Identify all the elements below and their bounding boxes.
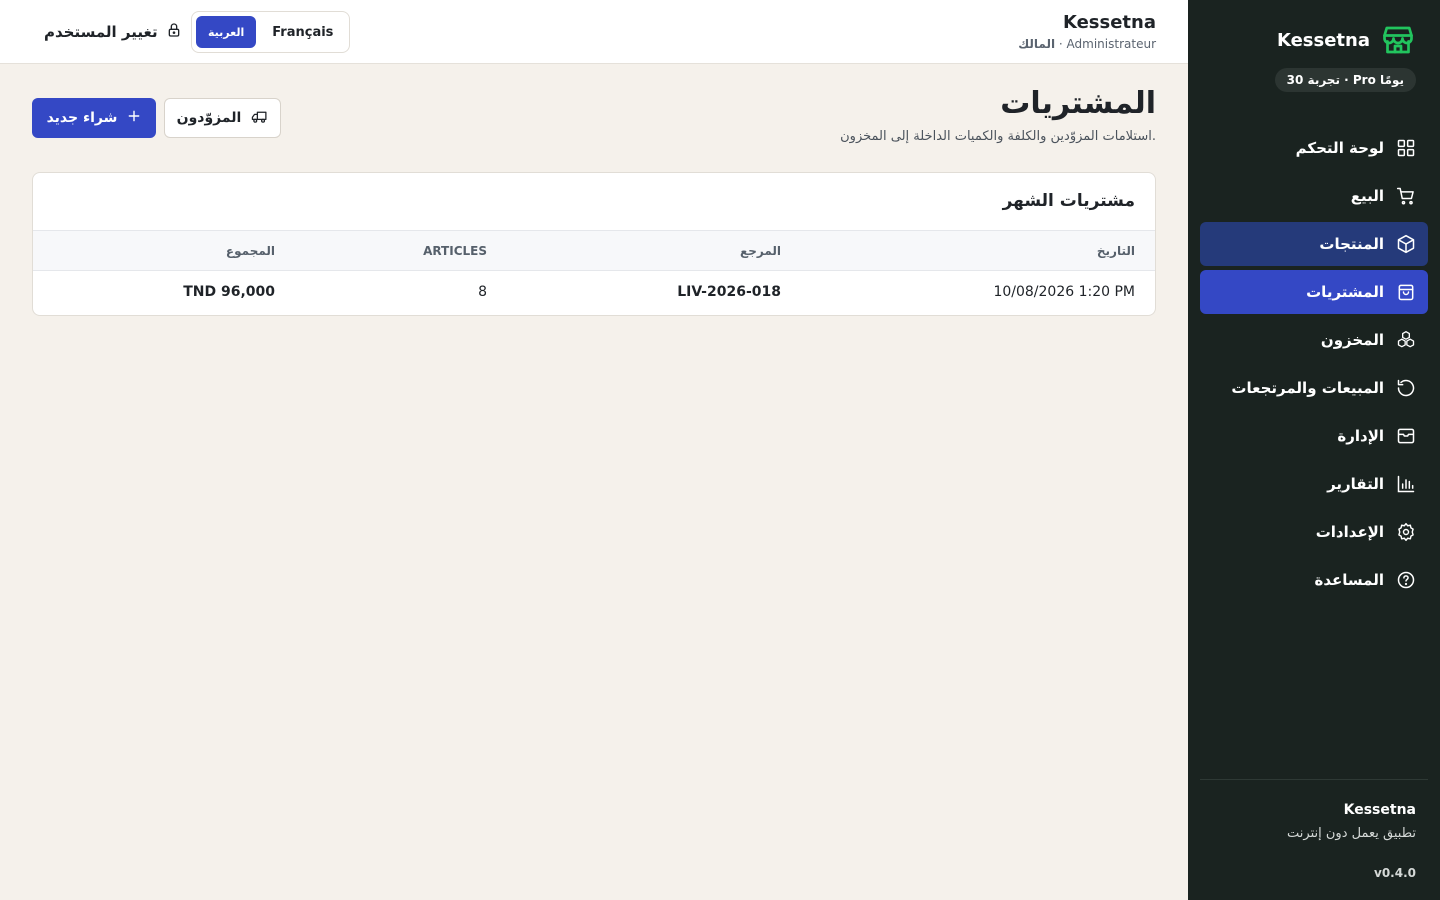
sidebar-item-label: لوحة التحكم <box>1295 139 1384 157</box>
card-title: مشتريات الشهر <box>1002 191 1135 211</box>
role-separator: · <box>1058 37 1067 51</box>
lang-arabic-button[interactable]: العربية <box>196 16 257 48</box>
sidebar-item-label: التقارير <box>1327 475 1384 493</box>
column-header-total[interactable]: المجموع <box>226 244 275 258</box>
truck-icon <box>251 108 268 129</box>
sidebar-item-dashboard[interactable]: لوحة التحكم <box>1200 126 1428 170</box>
store-logo-icon <box>1380 22 1416 58</box>
new-purchase-label: شراء جديد <box>46 110 118 126</box>
footer-app-name: Kessetna <box>1343 802 1416 818</box>
history-icon <box>1396 378 1416 398</box>
role-ar: المالك <box>1018 37 1056 51</box>
brand-name: Kessetna <box>1276 29 1370 51</box>
sidebar-item-label: البيع <box>1350 187 1384 205</box>
sidebar-nav: لوحة التحكم البيع المنتجات المشتريات الم… <box>1200 126 1428 606</box>
help-icon <box>1396 570 1416 590</box>
purchase-reference: LIV-2026-018 <box>677 284 781 300</box>
new-purchase-button[interactable]: شراء جديد <box>32 98 156 138</box>
switch-user-button[interactable]: تغيير المستخدم <box>44 20 182 44</box>
table-row[interactable]: 10/08/2026 1:20 PM LIV-2026-018 8 TND 96… <box>33 271 1155 315</box>
table-header: التاريخ المرجع ARTICLES المجموع <box>33 230 1155 271</box>
sidebar-item-label: المخزون <box>1320 331 1384 349</box>
archive-icon <box>1396 426 1416 446</box>
org-info: Kessetna المالك · Administrateur <box>1018 12 1156 51</box>
sidebar-item-reports[interactable]: التقارير <box>1200 462 1428 506</box>
lang-french-button[interactable]: Français <box>260 16 345 48</box>
lock-icon <box>166 22 182 42</box>
box-icon <box>1396 234 1416 254</box>
sidebar-item-products[interactable]: المنتجات <box>1200 222 1428 266</box>
switch-user-label: تغيير المستخدم <box>44 23 158 41</box>
page-title: المشتريات <box>1000 86 1156 121</box>
suppliers-label: المزوّدون <box>176 110 242 126</box>
sidebar-item-inventory[interactable]: المخزون <box>1200 318 1428 362</box>
language-switcher: العربية Français <box>191 11 351 53</box>
sidebar-item-sell[interactable]: البيع <box>1200 174 1428 218</box>
app-version: v0.4.0 <box>1374 866 1416 880</box>
boxes-icon <box>1396 330 1416 350</box>
column-header-articles[interactable]: ARTICLES <box>423 244 487 258</box>
org-name: Kessetna <box>1062 12 1156 33</box>
monthly-purchases-card: مشتريات الشهر التاريخ المرجع ARTICLES ال… <box>32 172 1156 316</box>
sidebar-item-label: المساعدة <box>1314 571 1385 589</box>
brand[interactable]: Kessetna <box>1200 20 1416 60</box>
sidebar-item-label: الإعدادات <box>1315 523 1384 541</box>
sidebar-item-label: الإدارة <box>1337 427 1384 445</box>
purchase-total: TND 96,000 <box>183 284 275 300</box>
sidebar-item-settings[interactable]: الإعدادات <box>1200 510 1428 554</box>
suppliers-button[interactable]: المزوّدون <box>164 98 281 138</box>
role-fr: Administrateur <box>1066 37 1156 51</box>
sidebar-item-label: المنتجات <box>1319 235 1384 253</box>
sidebar-item-label: المبيعات والمرتجعات <box>1231 379 1384 397</box>
sidebar-item-label: المشتريات <box>1306 283 1384 301</box>
user-role: المالك · Administrateur <box>1018 37 1156 51</box>
sidebar-item-sales-returns[interactable]: المبيعات والمرتجعات <box>1200 366 1428 410</box>
purchase-articles: 8 <box>478 284 487 300</box>
cart-icon <box>1396 186 1416 206</box>
sidebar-footer: Kessetna تطبيق يعمل دون إنترنت v0.4.0 <box>1200 779 1428 880</box>
column-header-date[interactable]: التاريخ <box>1097 244 1135 258</box>
dashboard-icon <box>1396 138 1416 158</box>
bar-chart-icon <box>1396 474 1416 494</box>
gear-icon <box>1396 522 1416 542</box>
shopping-bag-icon <box>1396 282 1416 302</box>
sidebar-item-help[interactable]: المساعدة <box>1200 558 1428 602</box>
footer-subtitle: تطبيق يعمل دون إنترنت <box>1287 826 1416 841</box>
sidebar-item-administration[interactable]: الإدارة <box>1200 414 1428 458</box>
top-bar: Kessetna المالك · Administrateur العربية… <box>0 0 1188 64</box>
sidebar-item-purchases[interactable]: المشتريات <box>1200 270 1428 314</box>
trial-badge: تجربة 30 · Pro يومًا <box>1274 68 1416 92</box>
page-subtitle: استلامات المزوّدين والكلفة والكميات الدا… <box>840 129 1156 144</box>
purchase-date: 10/08/2026 1:20 PM <box>993 284 1135 300</box>
column-header-reference[interactable]: المرجع <box>740 244 781 258</box>
plus-icon <box>127 109 141 127</box>
sidebar: Kessetna تجربة 30 · Pro يومًا لوحة التحك… <box>1188 0 1440 900</box>
